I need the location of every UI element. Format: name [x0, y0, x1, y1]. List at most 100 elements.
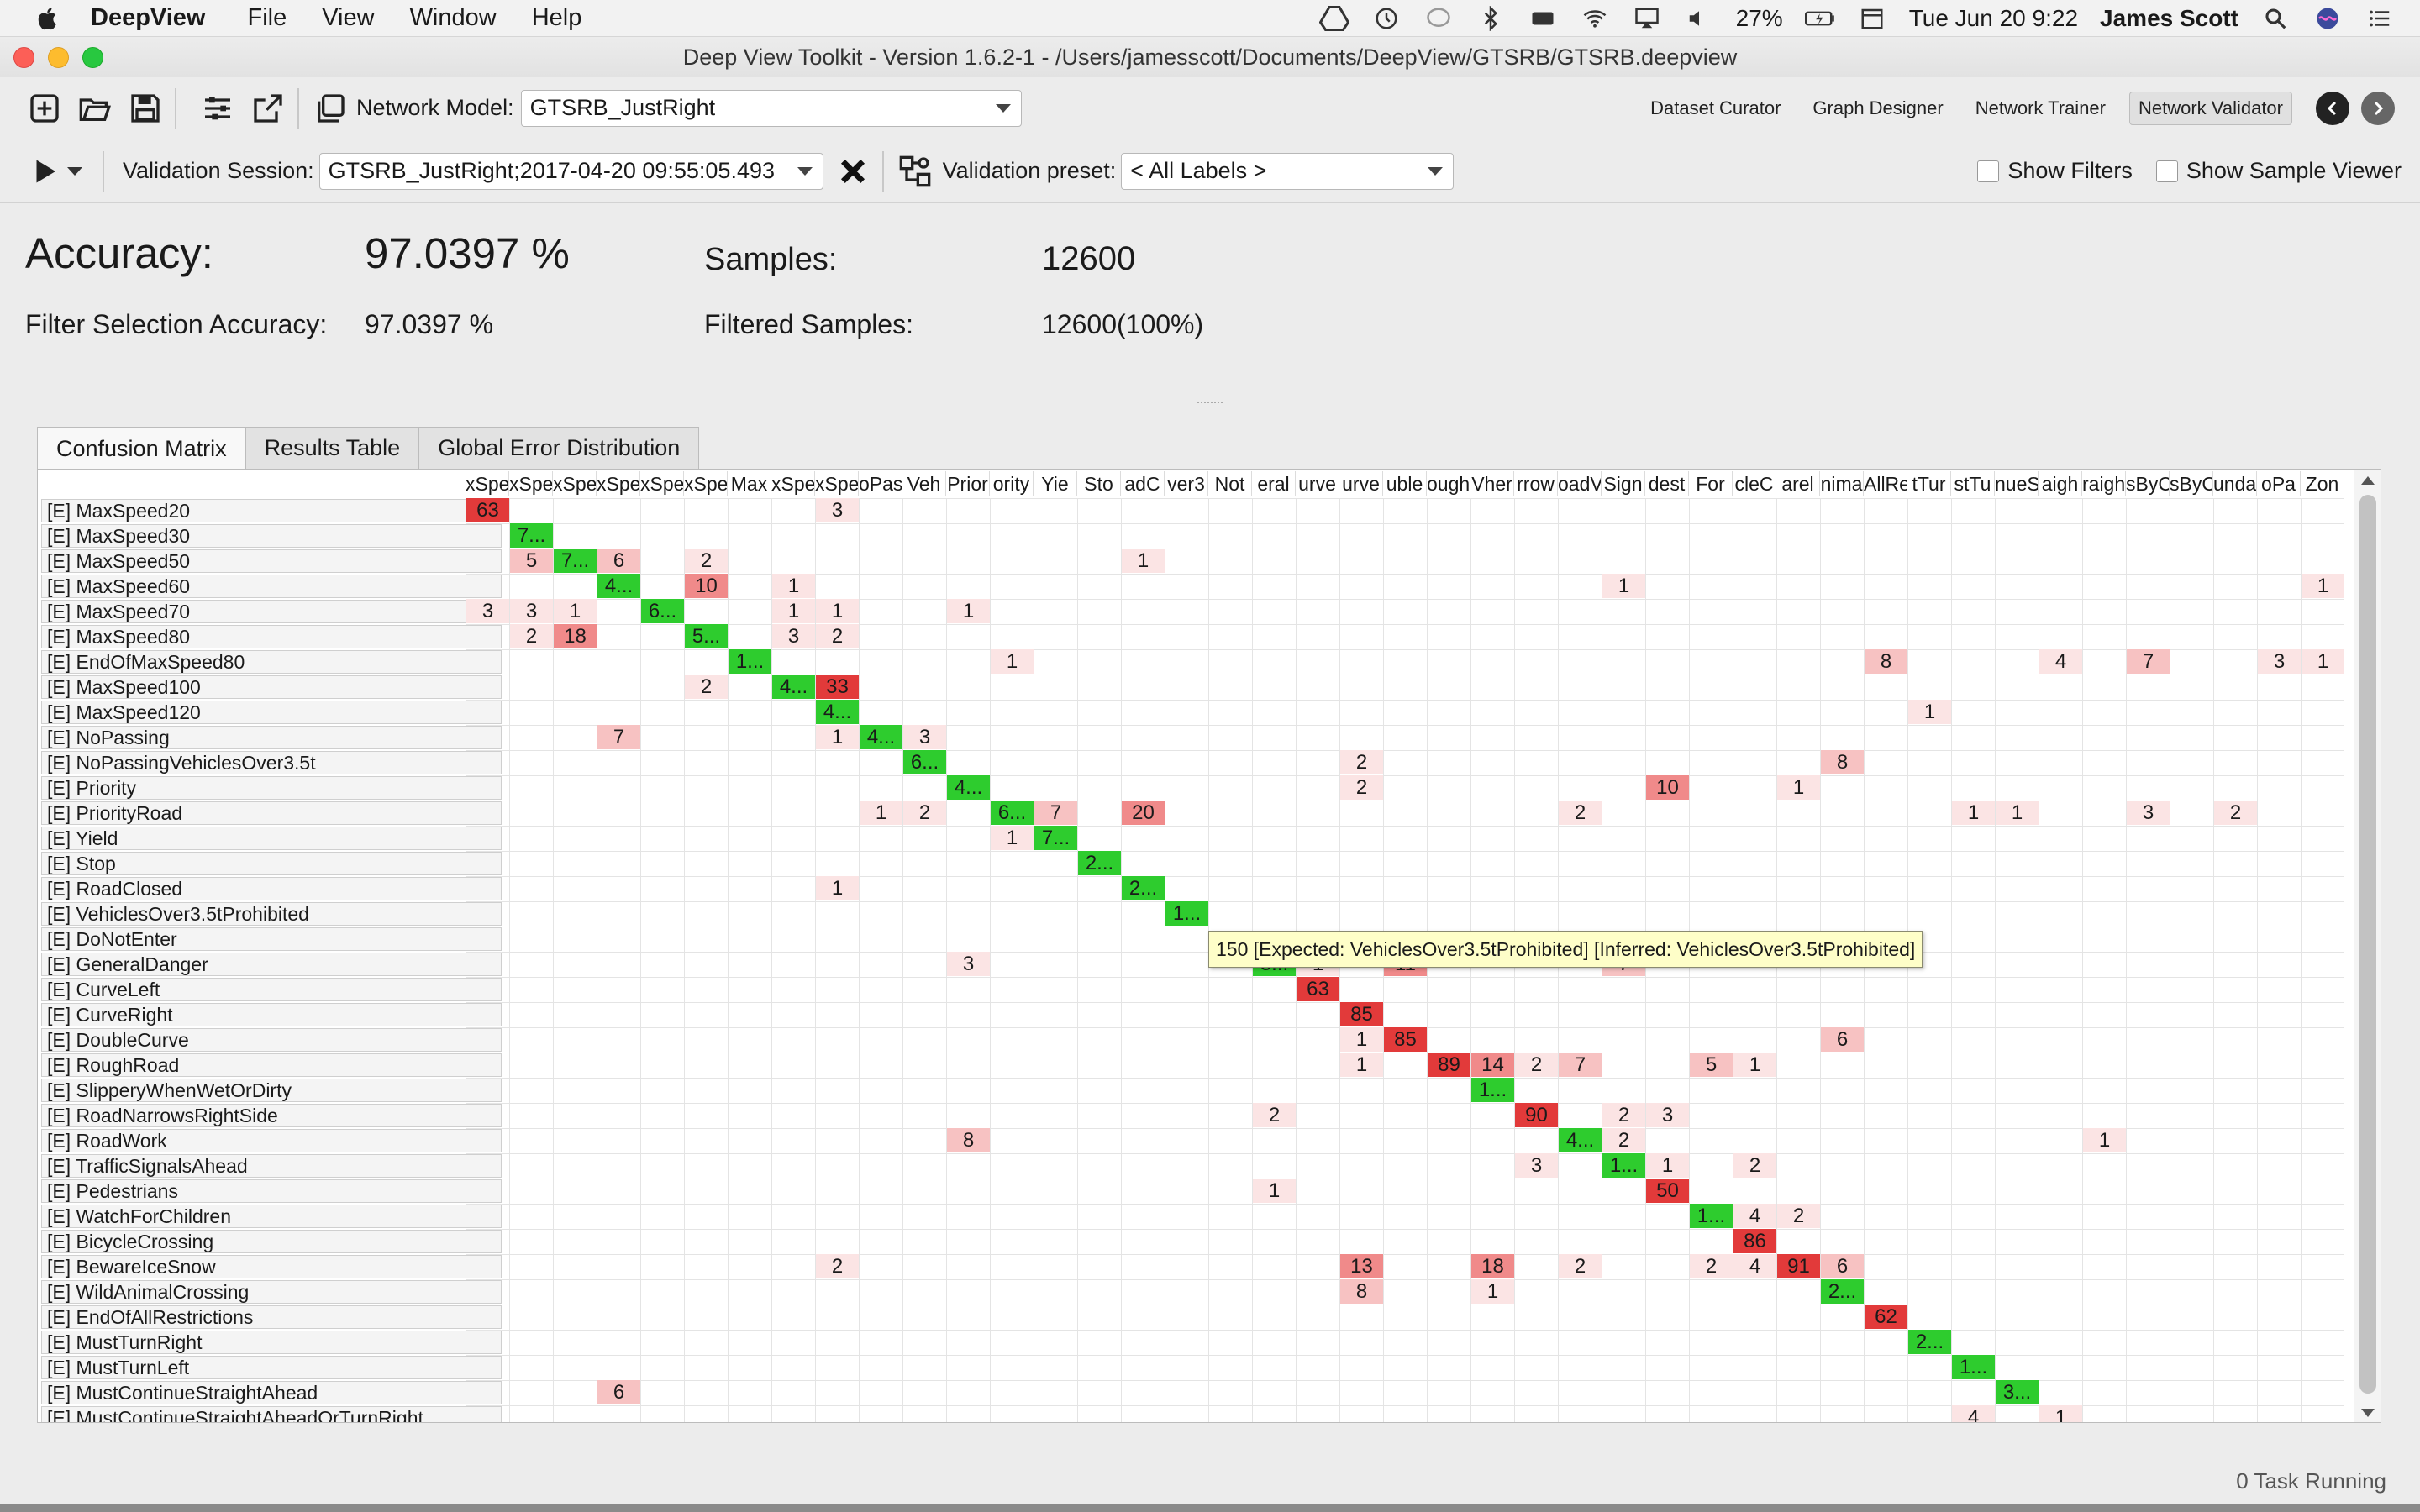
matrix-cell[interactable]: 2	[1602, 1128, 1645, 1152]
matrix-cell[interactable]: 1	[1952, 801, 1995, 825]
keyboard-icon[interactable]	[1528, 6, 1558, 31]
column-header[interactable]: eral	[1252, 471, 1296, 496]
network-model-dropdown[interactable]: GTSRB_JustRight	[520, 89, 1022, 127]
row-label[interactable]: [E] NoPassingVehiclesOver3.5t	[41, 751, 502, 774]
matrix-cell[interactable]: 1	[816, 599, 859, 623]
export-button[interactable]	[249, 89, 287, 128]
matrix-cell-correct[interactable]: 7...	[554, 549, 597, 573]
row-label[interactable]: [E] MaxSpeed80	[41, 625, 502, 648]
matrix-cell[interactable]: 1	[1996, 801, 2039, 825]
column-header[interactable]: Not	[1208, 471, 1252, 496]
matrix-cell-correct[interactable]: 6...	[903, 750, 946, 774]
matrix-cell[interactable]: 6	[597, 1380, 640, 1404]
matrix-cell[interactable]: 2	[1253, 1103, 1296, 1127]
column-header[interactable]: raigh	[2082, 471, 2126, 496]
matrix-cell[interactable]: 85	[1384, 1027, 1427, 1052]
row-label[interactable]: [E] Stop	[41, 852, 502, 875]
row-label[interactable]: [E] Yield	[41, 827, 502, 850]
matrix-cell[interactable]: 1	[1602, 574, 1645, 598]
run-options-arrow-icon[interactable]	[67, 166, 82, 176]
matrix-cell[interactable]: 33	[816, 675, 859, 699]
matrix-cell-correct[interactable]: 2...	[1078, 851, 1121, 875]
matrix-cell-correct[interactable]: 4...	[947, 775, 990, 800]
new-project-button[interactable]	[25, 89, 64, 128]
minimize-window-button[interactable]	[48, 47, 69, 68]
row-label[interactable]: [E] MaxSpeed20	[41, 499, 502, 522]
matrix-cell[interactable]: 3	[510, 599, 553, 623]
column-header[interactable]: aigh	[2039, 471, 2082, 496]
matrix-cell[interactable]: 13	[1340, 1254, 1383, 1278]
matrix-cell[interactable]: 1	[860, 801, 902, 825]
row-label[interactable]: [E] RoadNarrowsRightSide	[41, 1104, 502, 1127]
matrix-cell-correct[interactable]: 6...	[641, 599, 684, 623]
matrix-cell[interactable]: 7	[2127, 649, 2170, 674]
matrix-cell[interactable]: 1	[816, 876, 859, 900]
row-label[interactable]: [E] DoubleCurve	[41, 1028, 502, 1052]
matrix-cell[interactable]: 1	[1777, 775, 1820, 800]
bluetooth-icon[interactable]	[1476, 6, 1506, 31]
scroll-thumb[interactable]	[2360, 495, 2376, 1394]
matrix-cell[interactable]: 86	[1733, 1229, 1776, 1253]
menu-file[interactable]: File	[247, 4, 287, 32]
matrix-cell[interactable]: 2	[1602, 1103, 1645, 1127]
row-label[interactable]: [E] MaxSpeed100	[41, 675, 502, 699]
matrix-cell[interactable]: 2	[2214, 801, 2257, 825]
tab-results-table[interactable]: Results Table	[245, 427, 420, 469]
matrix-cell-correct[interactable]: 2...	[1908, 1330, 1951, 1354]
matrix-cell[interactable]: 1	[1471, 1279, 1514, 1304]
matrix-cell[interactable]: 7	[1559, 1053, 1602, 1077]
matrix-cell-correct[interactable]: 4...	[1559, 1128, 1602, 1152]
matrix-cell[interactable]: 3	[947, 952, 990, 976]
calendar-icon[interactable]	[1857, 6, 1887, 31]
column-header[interactable]: adC	[1121, 471, 1165, 496]
column-header[interactable]: xSpe	[684, 471, 728, 496]
menu-window[interactable]: Window	[410, 4, 497, 32]
row-label[interactable]: [E] MustTurnRight	[41, 1331, 502, 1354]
matrix-cell[interactable]: 1	[554, 599, 597, 623]
column-header[interactable]: oPa	[2257, 471, 2301, 496]
column-header[interactable]: Veh	[902, 471, 946, 496]
tab-confusion-matrix[interactable]: Confusion Matrix	[37, 427, 246, 470]
matrix-cell-correct[interactable]: 4...	[860, 725, 902, 749]
checkbox-box[interactable]	[1977, 160, 2000, 182]
matrix-cell[interactable]: 3	[816, 498, 859, 522]
matrix-cell[interactable]: 4	[1733, 1204, 1776, 1228]
column-header[interactable]: xSpe	[597, 471, 640, 496]
clock[interactable]: Tue Jun 20 9:22	[1909, 5, 2078, 32]
show-filters-checkbox[interactable]: Show Filters	[1977, 158, 2133, 184]
matrix-cell[interactable]: 1	[947, 599, 990, 623]
matrix-cell[interactable]: 20	[1122, 801, 1165, 825]
matrix-cell-correct[interactable]: 7...	[510, 523, 553, 548]
column-header[interactable]: ver3	[1165, 471, 1208, 496]
matrix-cell[interactable]: 1	[1908, 700, 1951, 724]
column-header[interactable]: Vher	[1470, 471, 1514, 496]
delete-session-button[interactable]	[834, 152, 872, 191]
row-label[interactable]: [E] MaxSpeed120	[41, 701, 502, 724]
copy-window-button[interactable]	[311, 89, 350, 128]
matrix-cell[interactable]: 18	[554, 624, 597, 648]
volume-icon[interactable]	[1684, 6, 1714, 31]
matrix-cell[interactable]: 2	[1777, 1204, 1820, 1228]
matrix-cell[interactable]: 2	[1733, 1153, 1776, 1178]
column-header[interactable]: Prior	[946, 471, 990, 496]
matrix-cell[interactable]: 50	[1646, 1179, 1689, 1203]
column-header[interactable]: xSpe	[815, 471, 859, 496]
matrix-cell[interactable]: 90	[1515, 1103, 1558, 1127]
column-header[interactable]: xSpe	[771, 471, 815, 496]
matrix-cell[interactable]: 3	[2258, 649, 2301, 674]
row-label[interactable]: [E] NoPassing	[41, 726, 502, 749]
column-header[interactable]: tTur	[1907, 471, 1951, 496]
matrix-cell[interactable]: 91	[1777, 1254, 1820, 1278]
matrix-cell[interactable]: 2	[1340, 775, 1383, 800]
matrix-cell[interactable]: 1	[772, 599, 815, 623]
matrix-cell[interactable]: 1	[1253, 1179, 1296, 1203]
battery-icon[interactable]	[1804, 6, 1835, 31]
column-header[interactable]: sByC	[2170, 471, 2213, 496]
matrix-cell[interactable]: 2	[1515, 1053, 1558, 1077]
run-validation-button[interactable]	[30, 152, 60, 191]
app-menu[interactable]: DeepView	[91, 4, 205, 32]
matrix-cell-correct[interactable]: 5...	[685, 624, 728, 648]
matrix-cell-correct[interactable]: 6...	[991, 801, 1034, 825]
matrix-cell[interactable]: 2	[1340, 750, 1383, 774]
menu-help[interactable]: Help	[532, 4, 582, 32]
